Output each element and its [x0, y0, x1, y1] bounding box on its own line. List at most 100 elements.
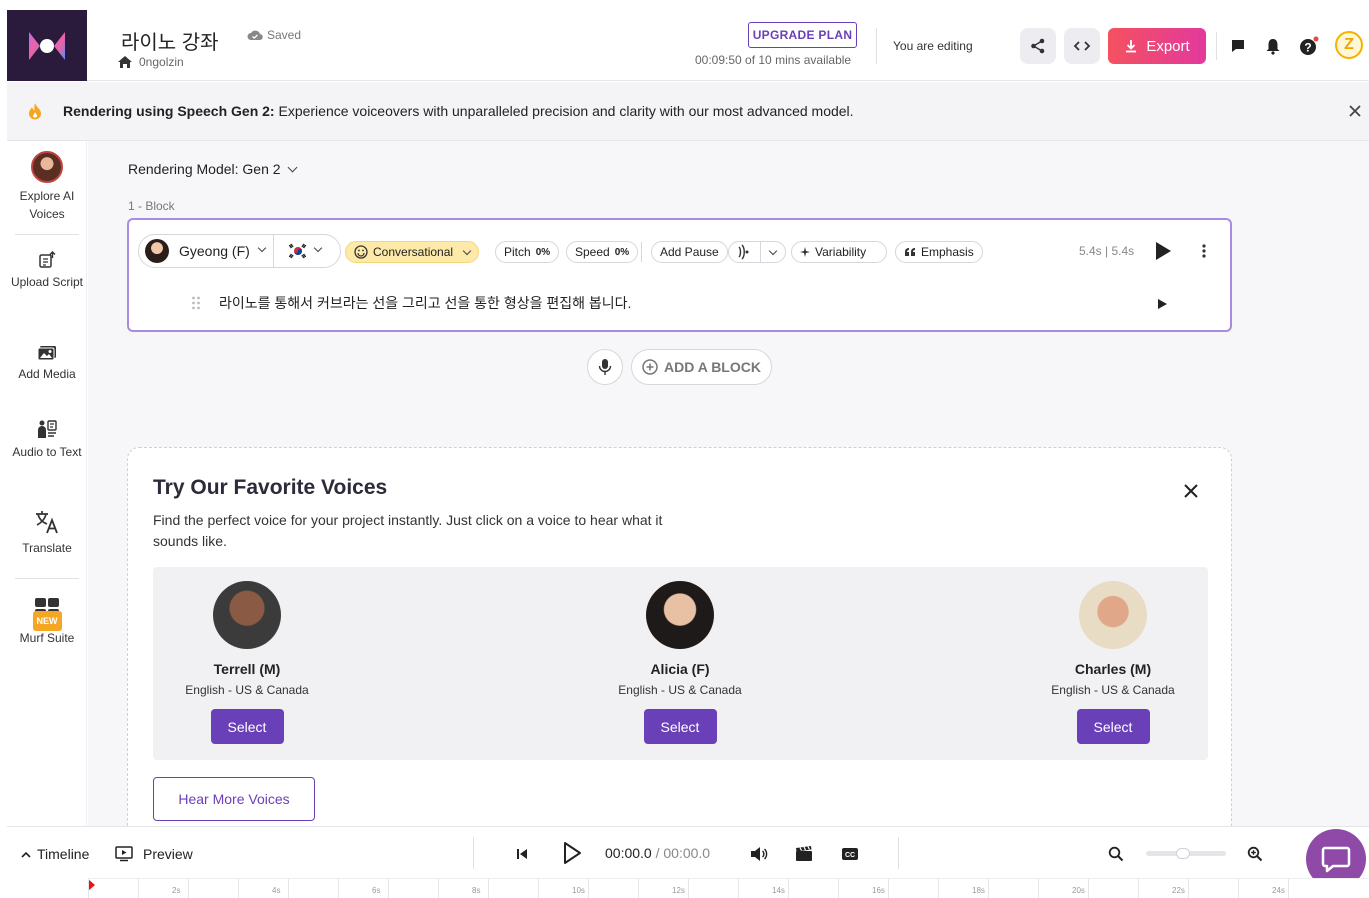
workspace-breadcrumb[interactable]: 0ngolzin	[117, 55, 184, 69]
more-options-icon[interactable]	[1202, 244, 1206, 258]
embed-code-button[interactable]	[1064, 28, 1100, 64]
zoom-out-button[interactable]	[1107, 845, 1125, 863]
chat-icon	[1321, 846, 1351, 873]
divider	[473, 837, 474, 869]
sidebar-item-audio-to-text[interactable]: Audio to Text	[7, 419, 87, 461]
zoom-slider-handle[interactable]	[1176, 848, 1190, 859]
saved-status: Saved	[247, 28, 301, 42]
notifications-button[interactable]	[1263, 36, 1283, 56]
ruler-label: 10s	[572, 886, 585, 895]
sidebar-item-translate[interactable]: Translate	[7, 509, 87, 557]
ruler-tick	[1038, 879, 1039, 898]
play-button[interactable]	[561, 841, 583, 865]
add-block-button[interactable]: ADD A BLOCK	[631, 349, 772, 385]
skip-back-icon	[517, 849, 527, 859]
divider	[898, 837, 899, 869]
chevron-down-icon	[257, 243, 267, 253]
close-banner-icon[interactable]	[1348, 104, 1362, 118]
svg-text:CC: CC	[845, 852, 855, 859]
drag-handle-icon[interactable]	[191, 296, 201, 310]
ruler-label: 14s	[772, 886, 785, 895]
select-voice-button[interactable]: Select	[1076, 709, 1150, 744]
emphasis-button[interactable]: Emphasis	[895, 241, 983, 263]
voice-name: Charles (M)	[1074, 661, 1152, 677]
voice-card-charles[interactable]: Charles (M) English - US & Canada Select	[1023, 581, 1203, 744]
emphasis-label: Emphasis	[921, 245, 974, 259]
ruler-tick	[588, 879, 589, 898]
playhead-marker[interactable]	[88, 879, 95, 891]
bell-icon	[1266, 38, 1280, 55]
skip-back-button[interactable]	[513, 845, 531, 863]
select-voice-button[interactable]: Select	[643, 709, 717, 744]
favorite-voices-title: Try Our Favorite Voices	[153, 476, 388, 499]
translate-icon	[36, 511, 58, 534]
preview-icon	[115, 846, 133, 862]
preview-button[interactable]: Preview	[115, 846, 193, 862]
export-button[interactable]: Export	[1108, 28, 1206, 64]
timeline-label: Timeline	[37, 846, 90, 862]
voice-name: Gyeong (F)	[179, 243, 250, 259]
voice-avatar	[145, 239, 169, 263]
favorite-voices-subtitle: Find the perfect voice for your project …	[153, 512, 663, 549]
voice-selector[interactable]: Gyeong (F)	[138, 234, 341, 268]
sidebar-item-murf-suite[interactable]: NEW Murf Suite	[7, 597, 87, 647]
script-block[interactable]: Gyeong (F) Conversational Pitch 0% Speed…	[127, 218, 1232, 332]
captions-button[interactable]: CC	[841, 845, 859, 863]
ruler-tick	[788, 879, 789, 898]
close-icon[interactable]	[1183, 483, 1199, 499]
voice-language: English - US & Canada	[185, 683, 309, 697]
sidebar-item-upload-script[interactable]: Upload Script	[7, 251, 87, 291]
volume-button[interactable]	[750, 845, 768, 863]
murf-logo[interactable]	[7, 10, 87, 81]
variability-button[interactable]: Variability	[791, 241, 887, 263]
pitch-control[interactable]: Pitch 0%	[495, 241, 560, 263]
sidebar-item-explore-voices[interactable]: Explore AI Voices	[7, 151, 87, 223]
timeline-toggle[interactable]: Timeline	[21, 846, 89, 862]
timeline-ruler[interactable]: 2s 4s 6s 8s 10s 12s 14s 16s 18s 20s 22s 24s	[88, 878, 1369, 898]
add-block-label: ADD A BLOCK	[664, 359, 761, 375]
speed-control[interactable]: Speed 0%	[566, 241, 639, 263]
ruler-tick	[238, 879, 239, 898]
project-title[interactable]: 라이노 강좌	[121, 26, 219, 55]
svg-text:?: ?	[1304, 41, 1311, 55]
cloud-check-icon	[247, 30, 263, 41]
rendering-model-dropdown[interactable]: Rendering Model: Gen 2	[128, 161, 297, 177]
voice-name: Terrell (M)	[213, 661, 281, 677]
ruler-label: 24s	[1272, 886, 1285, 895]
hear-more-voices-button[interactable]: Hear More Voices	[153, 777, 315, 821]
user-avatar[interactable]: Z	[1335, 31, 1363, 59]
style-selector[interactable]: Conversational	[345, 241, 480, 263]
play-sentence-icon[interactable]	[1157, 298, 1168, 310]
ruler-tick	[638, 879, 639, 898]
sidebar-item-add-media[interactable]: Add Media	[7, 345, 87, 383]
home-icon	[118, 56, 132, 68]
select-voice-button[interactable]: Select	[210, 709, 284, 744]
sidebar-item-label: Audio to Text	[12, 445, 82, 459]
sidebar-item-label: Upload Script	[10, 275, 84, 289]
ruler-tick	[1188, 879, 1189, 898]
add-pause-button[interactable]: Add Pause	[651, 241, 728, 263]
sound-effects-dropdown[interactable]	[728, 241, 786, 263]
video-button[interactable]	[795, 845, 813, 863]
zoom-slider[interactable]	[1146, 848, 1226, 859]
flame-icon	[29, 103, 41, 120]
record-button[interactable]	[587, 349, 623, 385]
ruler-label: 12s	[672, 886, 685, 895]
voice-card-alicia[interactable]: Alicia (F) English - US & Canada Select	[590, 581, 770, 744]
upload-script-icon	[39, 251, 56, 268]
script-text[interactable]: 라이노를 통해서 커브라는 선을 그리고 선을 통한 형상을 편집해 봅니다.	[219, 293, 631, 313]
korea-flag-icon[interactable]	[287, 243, 309, 259]
zoom-in-button[interactable]	[1246, 845, 1264, 863]
upgrade-plan-button[interactable]: UPGRADE PLAN	[748, 22, 857, 48]
ruler-tick	[938, 879, 939, 898]
play-block-icon[interactable]	[1154, 241, 1172, 261]
chevron-down-icon	[287, 162, 297, 172]
current-time: 00:00.0	[605, 845, 652, 861]
share-button[interactable]	[1020, 28, 1056, 64]
smile-icon	[354, 245, 368, 259]
comments-button[interactable]	[1228, 36, 1248, 56]
ruler-label: 20s	[1072, 886, 1085, 895]
ruler-tick	[138, 879, 139, 898]
voice-card-terrell[interactable]: Terrell (M) English - US & Canada Select	[157, 581, 337, 744]
help-button[interactable]: ?	[1299, 36, 1319, 56]
